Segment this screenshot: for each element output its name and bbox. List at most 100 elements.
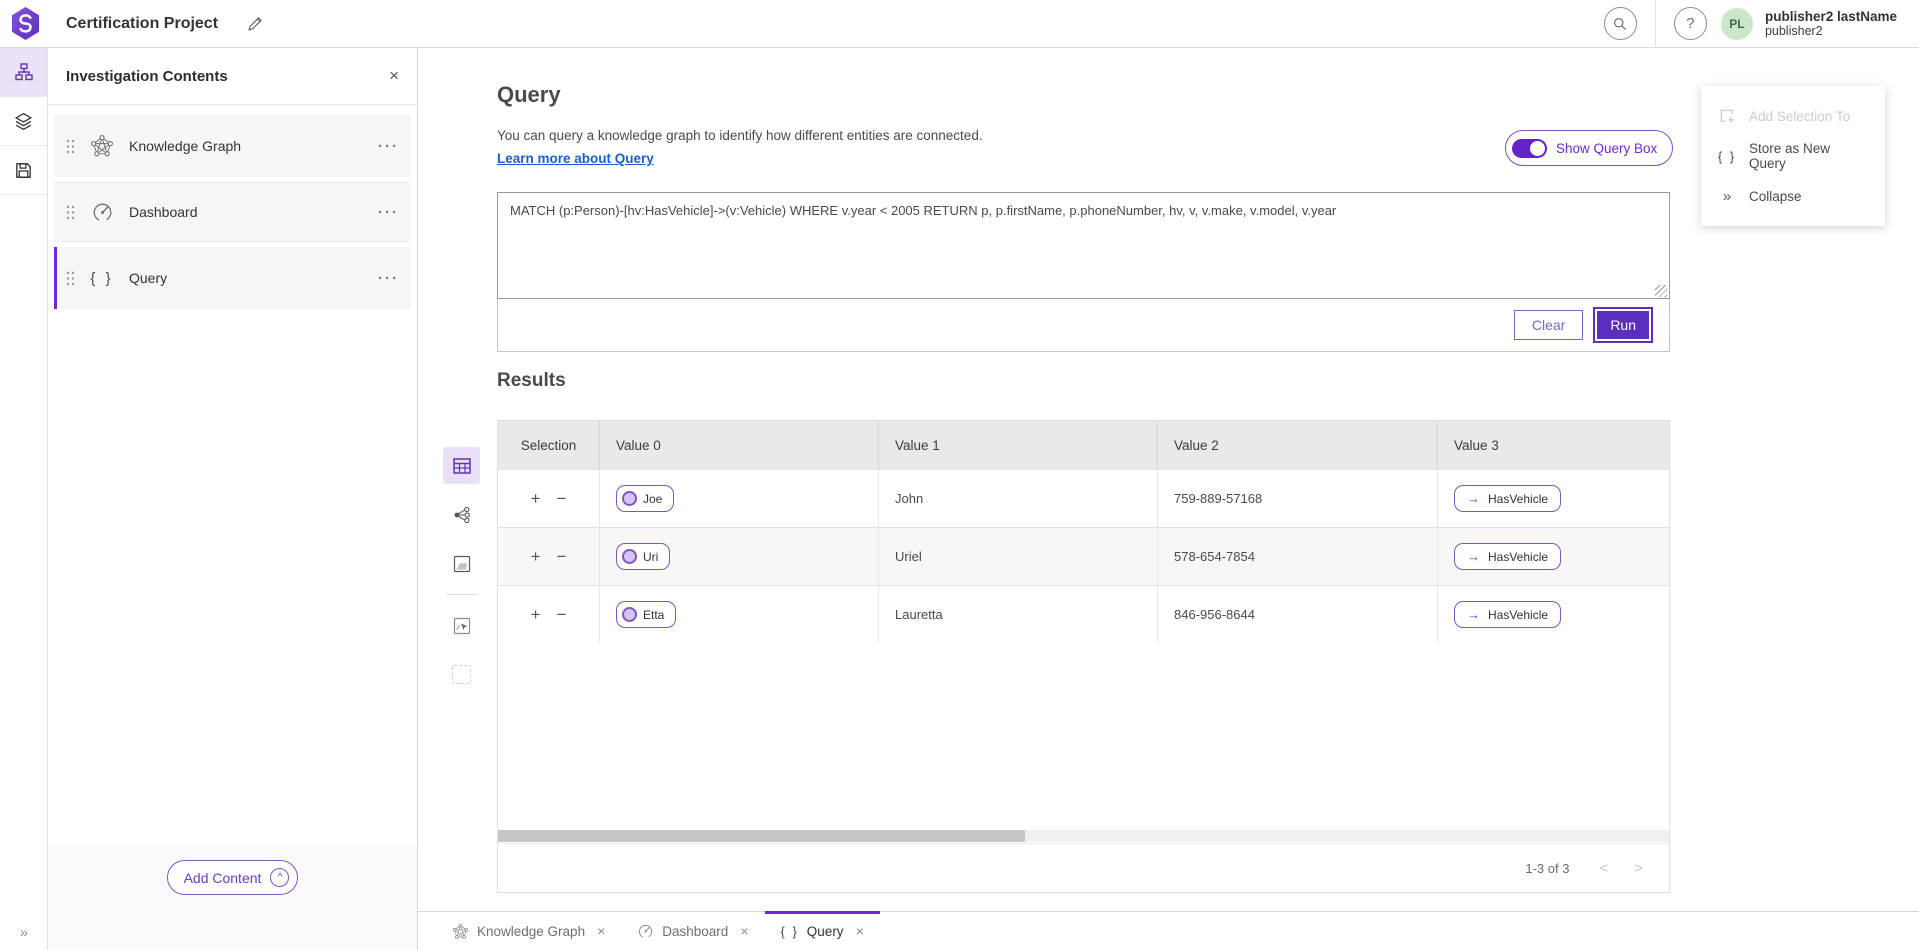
entity-cell: Joe (600, 470, 879, 527)
rail-save-button[interactable] (0, 146, 47, 195)
sidebar-item-label: Knowledge Graph (129, 138, 241, 154)
close-panel-icon[interactable]: × (389, 66, 399, 86)
tab-dashboard[interactable]: Dashboard × (621, 912, 764, 950)
top-header: Certification Project ? PL publisher2 la… (0, 0, 1919, 48)
close-tab-icon[interactable]: × (856, 923, 864, 939)
value-cell: Uriel (879, 528, 1158, 585)
table-row: + − Uri Uriel 578-654-7854 → HasVehicle (498, 527, 1669, 585)
menu-item-collapse[interactable]: » Collapse (1701, 176, 1885, 216)
column-header[interactable]: Selection (498, 421, 600, 469)
column-header[interactable]: Value 2 (1158, 421, 1438, 469)
expand-rail-button[interactable]: » (0, 924, 47, 940)
remove-from-selection-button[interactable]: − (549, 489, 575, 509)
close-tab-icon[interactable]: × (597, 923, 605, 939)
pagination-bar: 1-3 of 3 < > (498, 843, 1669, 892)
sidebar-item-label: Query (129, 270, 167, 286)
table-view-button[interactable] (443, 447, 480, 484)
previous-page-button[interactable]: < (1599, 860, 1608, 877)
item-more-menu-icon[interactable]: ··· (378, 204, 399, 221)
remove-from-selection-button[interactable]: − (549, 605, 575, 625)
map-select-view-button[interactable] (443, 607, 480, 644)
rail-investigation-contents-button[interactable] (0, 48, 47, 97)
show-query-box-toggle[interactable]: Show Query Box (1505, 130, 1673, 166)
toggle-on-icon (1512, 139, 1547, 158)
resize-handle[interactable] (1655, 285, 1667, 297)
braces-icon: { } (89, 270, 115, 287)
map-view-button[interactable] (443, 545, 480, 582)
relation-cell: → HasVehicle (1438, 586, 1669, 643)
scrollbar-thumb[interactable] (498, 830, 1025, 842)
table-header-row: Selection Value 0 Value 1 Value 2 Value … (498, 421, 1669, 469)
results-context-menu: Add Selection To { } Store as New Query … (1701, 86, 1885, 226)
add-to-selection-button[interactable]: + (523, 489, 549, 509)
relation-label: HasVehicle (1488, 608, 1548, 622)
edit-title-icon[interactable] (246, 15, 264, 33)
column-header[interactable]: Value 1 (879, 421, 1158, 469)
tab-label: Query (807, 924, 844, 939)
add-content-button[interactable]: Add Content ^ (167, 860, 299, 895)
relation-pill[interactable]: → HasVehicle (1454, 485, 1561, 512)
value-cell: 578-654-7854 (1158, 528, 1438, 585)
next-page-button[interactable]: > (1634, 860, 1643, 877)
close-tab-icon[interactable]: × (740, 923, 748, 939)
add-to-selection-button[interactable]: + (523, 547, 549, 567)
run-button[interactable]: Run (1593, 307, 1653, 343)
query-input[interactable]: MATCH (p:Person)-[hv:HasVehicle]->(v:Veh… (497, 192, 1670, 299)
relation-cell: → HasVehicle (1438, 528, 1669, 585)
network-view-button[interactable] (443, 496, 480, 533)
sidebar-item-knowledge-graph[interactable]: Knowledge Graph ··· (54, 115, 411, 177)
results-table-card: Selection Value 0 Value 1 Value 2 Value … (497, 420, 1670, 893)
pagination-label: 1-3 of 3 (1525, 861, 1569, 876)
entity-pill[interactable]: Joe (616, 485, 674, 512)
page-title: Query (497, 82, 561, 108)
entity-label: Etta (643, 608, 664, 622)
relation-label: HasVehicle (1488, 492, 1548, 506)
panel-header: Investigation Contents × (48, 48, 417, 105)
item-more-menu-icon[interactable]: ··· (378, 138, 399, 155)
table-icon (452, 456, 472, 476)
collapse-chevrons-icon: » (1718, 188, 1736, 205)
column-header[interactable]: Value 0 (600, 421, 879, 469)
relation-pill[interactable]: → HasVehicle (1454, 543, 1561, 570)
clear-button[interactable]: Clear (1514, 310, 1583, 340)
help-button[interactable]: ? (1674, 7, 1707, 40)
add-to-selection-button[interactable]: + (523, 605, 549, 625)
sidebar-item-label: Dashboard (129, 204, 198, 220)
avatar[interactable]: PL (1721, 8, 1753, 40)
relation-pill[interactable]: → HasVehicle (1454, 601, 1561, 628)
sidebar-item-query[interactable]: { } Query ··· (54, 247, 411, 309)
chevron-up-icon: ^ (270, 868, 289, 887)
entity-cell: Uri (600, 528, 879, 585)
view-strip-divider (447, 594, 477, 595)
entity-pill[interactable]: Uri (616, 543, 670, 570)
add-content-label: Add Content (184, 870, 262, 886)
user-block[interactable]: publisher2 lastName publisher2 (1765, 9, 1903, 39)
query-box-footer: Clear Run (498, 299, 1669, 351)
entity-pill[interactable]: Etta (616, 601, 676, 628)
rail-layers-button[interactable] (0, 97, 47, 146)
user-name: publisher2 lastName (1765, 9, 1897, 25)
column-header[interactable]: Value 3 (1438, 421, 1669, 469)
drag-handle-icon[interactable] (66, 205, 75, 220)
tab-knowledge-graph[interactable]: Knowledge Graph × (436, 912, 621, 950)
learn-more-link[interactable]: Learn more about Query (497, 151, 654, 166)
menu-item-store-as-new-query[interactable]: { } Store as New Query (1701, 136, 1885, 176)
entity-label: Uri (643, 550, 658, 564)
search-icon (1612, 16, 1628, 32)
drag-handle-icon[interactable] (66, 139, 75, 154)
investigation-contents-panel: Investigation Contents × (48, 48, 418, 950)
horizontal-scrollbar[interactable] (498, 830, 1669, 842)
item-more-menu-icon[interactable]: ··· (378, 270, 399, 287)
app-logo-icon[interactable] (10, 6, 41, 41)
search-button[interactable] (1604, 7, 1637, 40)
menu-item-add-selection-to: Add Selection To (1701, 96, 1885, 136)
selection-cell: + − (498, 586, 600, 643)
sidebar-item-dashboard[interactable]: Dashboard ··· (54, 181, 411, 243)
app-window: Certification Project ? PL publisher2 la… (0, 0, 1919, 950)
value-cell: John (879, 470, 1158, 527)
lasso-select-view-button[interactable] (443, 656, 480, 693)
remove-from-selection-button[interactable]: − (549, 547, 575, 567)
drag-handle-icon[interactable] (66, 271, 75, 286)
tab-query[interactable]: { } Query × (765, 912, 880, 950)
dashed-selection-icon (452, 665, 471, 684)
